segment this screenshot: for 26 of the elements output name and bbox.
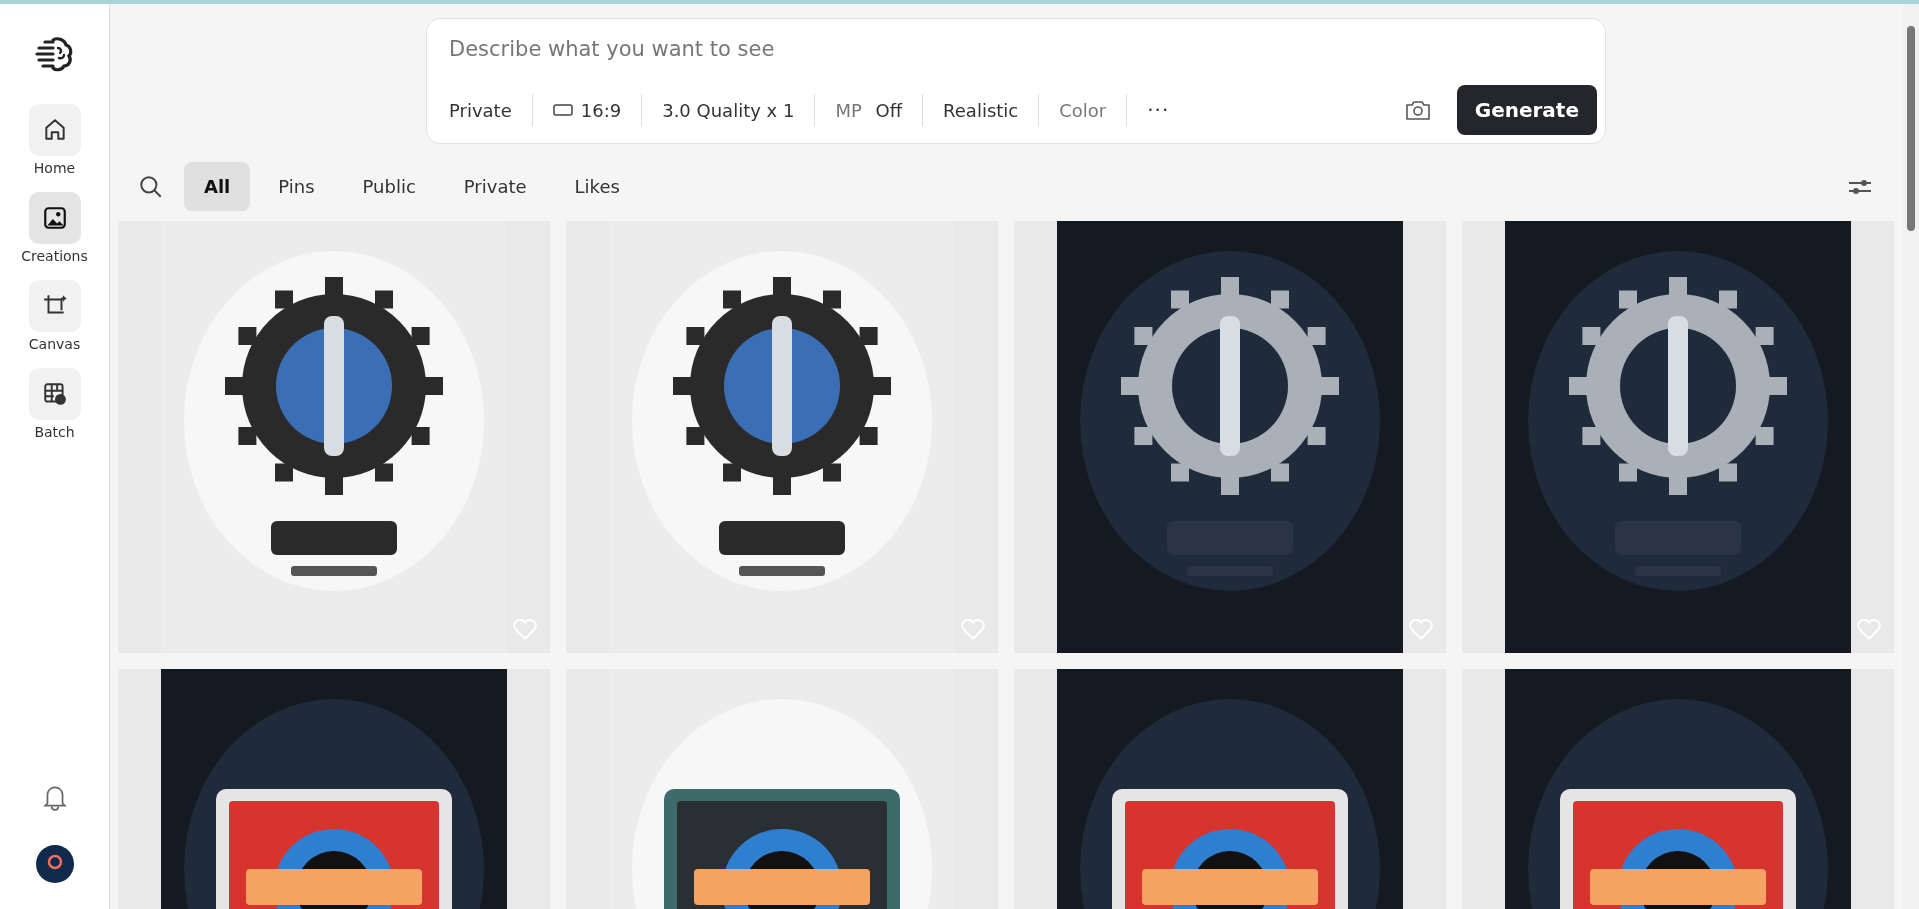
generate-button[interactable]: Generate — [1456, 85, 1597, 135]
brain-logo-icon[interactable] — [34, 34, 75, 74]
filter-tab[interactable]: Pins — [258, 162, 335, 211]
mp-option[interactable]: MP Off — [835, 95, 903, 125]
filter-tab[interactable]: All — [184, 162, 251, 211]
filter-tab[interactable]: Private — [443, 162, 547, 211]
filter-tab[interactable]: Public — [342, 162, 436, 211]
image-card[interactable] — [1462, 221, 1894, 653]
prompt-option[interactable]: Private — [449, 95, 512, 125]
filter-tab[interactable]: Likes — [554, 162, 640, 211]
image-card[interactable] — [118, 221, 550, 653]
prompt-field[interactable]: Describe what you want to see — [449, 33, 1597, 65]
ratio-icon — [552, 104, 573, 116]
image-icon — [41, 205, 68, 231]
image-card[interactable] — [566, 221, 998, 653]
avatar[interactable] — [35, 845, 74, 883]
more-button[interactable]: ··· — [1147, 94, 1170, 126]
camera-icon[interactable] — [1404, 99, 1431, 121]
aspect-ratio-option[interactable]: 16:9 — [552, 95, 622, 125]
scrollbar-thumb[interactable] — [1907, 26, 1915, 231]
prompt-option[interactable]: Realistic — [943, 95, 1019, 125]
color-option[interactable]: Color — [1059, 95, 1107, 125]
image-card[interactable] — [1014, 221, 1446, 653]
prompt-option[interactable]: 3.0 Quality x 1 — [662, 95, 795, 125]
grid-image-icon — [41, 381, 68, 407]
search-icon[interactable] — [138, 173, 164, 200]
